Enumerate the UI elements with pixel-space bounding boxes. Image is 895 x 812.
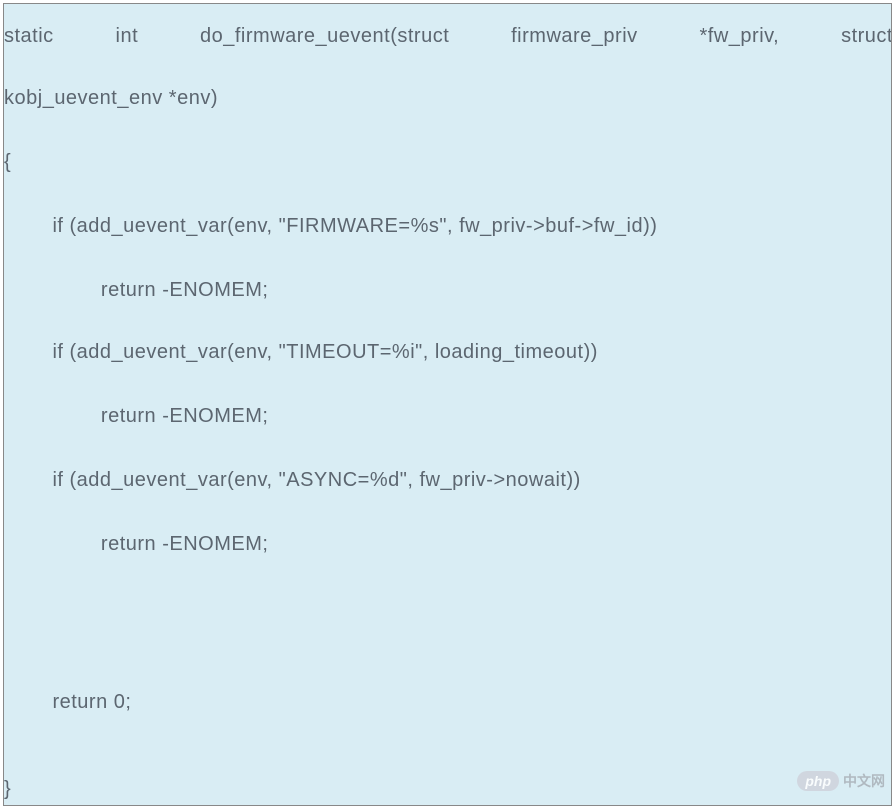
watermark: php 中文网: [797, 771, 885, 791]
code-line-signature-2: kobj_uevent_env *env): [4, 88, 218, 108]
code-line-open-brace: {: [4, 152, 11, 172]
code-line-signature-1: static int do_firmware_uevent(struct fir…: [4, 26, 892, 46]
tok: firmware_priv: [511, 26, 638, 46]
code-line-return-3: return -ENOMEM;: [4, 534, 268, 554]
tok: *fw_priv,: [700, 26, 780, 46]
tok: do_firmware_uevent(struct: [200, 26, 449, 46]
code-line-return-1: return -ENOMEM;: [4, 280, 268, 300]
php-badge: php: [797, 771, 839, 791]
tok: static: [4, 26, 54, 46]
code-line-return-2: return -ENOMEM;: [4, 406, 268, 426]
tok: int: [116, 26, 139, 46]
code-line-if-3: if (add_uevent_var(env, "ASYNC=%d", fw_p…: [4, 470, 581, 490]
code-line-if-1: if (add_uevent_var(env, "FIRMWARE=%s", f…: [4, 216, 657, 236]
code-line-return-0: return 0;: [4, 692, 131, 712]
watermark-text: 中文网: [843, 771, 885, 791]
code-line-if-2: if (add_uevent_var(env, "TIMEOUT=%i", lo…: [4, 342, 598, 362]
code-line-close-brace: }: [4, 779, 11, 799]
code-container: static int do_firmware_uevent(struct fir…: [3, 3, 892, 806]
tok: struct: [841, 26, 892, 46]
